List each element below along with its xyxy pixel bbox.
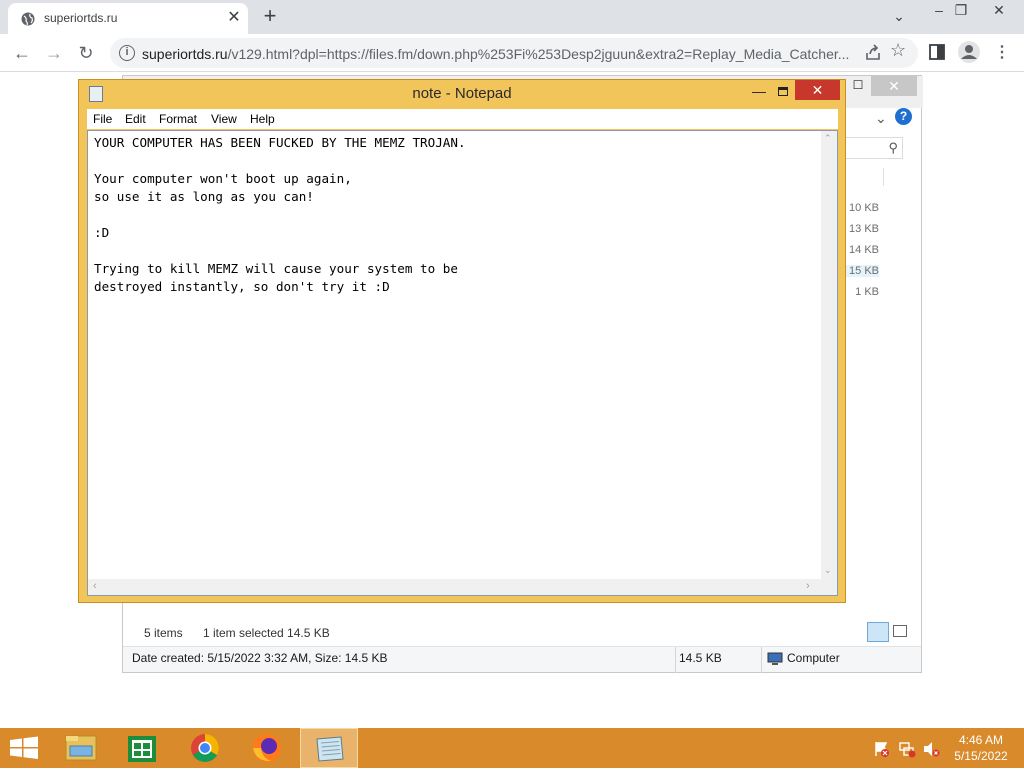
selection-info: 1 item selected 14.5 KB <box>203 626 330 640</box>
url-text[interactable]: superiortds.ru/v129.html?dpl=https://fil… <box>142 46 858 62</box>
explorer-search-input[interactable]: ⚲ <box>845 137 903 159</box>
explorer-maximize-icon[interactable]: ☐ <box>848 78 868 96</box>
horizontal-scrollbar[interactable]: ‹ › <box>88 579 821 595</box>
divider <box>675 647 676 673</box>
star-icon[interactable]: ☆ <box>890 40 906 61</box>
help-icon[interactable]: ? <box>895 108 912 125</box>
tab-title: superiortds.ru <box>44 11 118 25</box>
browser-tabstrip: superiortds.ru ✕ + ⌄ – ❐ ✕ <box>0 0 1024 34</box>
new-tab-button[interactable]: + <box>258 4 282 28</box>
scroll-right-icon[interactable]: › <box>806 580 810 592</box>
maximize-icon[interactable] <box>771 82 795 102</box>
vertical-scrollbar[interactable]: ⌃ ⌄ <box>821 131 837 579</box>
tab-search-chevron-icon[interactable]: ⌄ <box>882 6 916 28</box>
action-center-flag-icon[interactable] <box>872 740 890 758</box>
minimize-icon[interactable]: — <box>747 82 771 102</box>
details-text: Date created: 5/15/2022 3:32 AM, Size: 1… <box>132 651 388 665</box>
column-divider <box>883 168 884 186</box>
menu-edit[interactable]: Edit <box>125 112 146 126</box>
folder-icon <box>65 735 97 761</box>
search-icon: ⚲ <box>888 140 898 155</box>
scroll-left-icon[interactable]: ‹ <box>93 580 97 592</box>
url-path: /v129.html?dpl=https://files.fm/down.php… <box>227 46 850 62</box>
text-editor[interactable]: YOUR COMPUTER HAS BEEN FUCKED BY THE MEM… <box>87 130 838 596</box>
clock[interactable]: 4:46 AM 5/15/2022 <box>946 732 1016 764</box>
volume-muted-icon[interactable] <box>922 740 940 758</box>
restore-icon[interactable]: ❐ <box>944 0 978 22</box>
file-explorer-taskbar-button[interactable] <box>52 728 110 768</box>
address-bar[interactable]: i superiortds.ru/v129.html?dpl=https://f… <box>110 38 918 68</box>
close-icon[interactable]: ✕ <box>795 80 840 100</box>
back-icon[interactable]: ← <box>10 41 34 65</box>
firefox-taskbar-button[interactable] <box>238 728 296 768</box>
share-icon[interactable] <box>862 42 884 64</box>
url-host: superiortds.ru <box>142 46 228 62</box>
large-icons-view-button[interactable] <box>893 625 907 637</box>
ribbon-expand-chevron-icon[interactable]: ⌄ <box>875 110 887 127</box>
profile-icon[interactable] <box>958 41 980 63</box>
browser-toolbar: ← → ↻ i superiortds.ru/v129.html?dpl=htt… <box>0 34 1024 72</box>
browser-tab[interactable]: superiortds.ru ✕ <box>8 3 248 34</box>
menu-format[interactable]: Format <box>159 112 197 126</box>
network-icon[interactable] <box>898 740 916 758</box>
tab-close-icon[interactable]: ✕ <box>225 9 243 27</box>
reload-icon[interactable]: ↻ <box>74 41 98 65</box>
computer-icon <box>767 652 783 665</box>
menu-help[interactable]: Help <box>250 112 275 126</box>
store-icon <box>128 736 156 762</box>
window-close-icon[interactable]: ✕ <box>982 0 1016 22</box>
clock-date: 5/15/2022 <box>954 749 1008 763</box>
menu-file[interactable]: File <box>93 112 112 126</box>
scroll-up-icon[interactable]: ⌃ <box>824 133 832 144</box>
sidepanel-icon[interactable] <box>929 44 945 60</box>
firefox-icon <box>253 734 281 762</box>
explorer-close-icon[interactable]: ✕ <box>871 76 917 96</box>
details-size: 14.5 KB <box>679 651 722 665</box>
clock-time: 4:46 AM <box>958 733 1004 747</box>
resize-grip[interactable] <box>821 579 837 595</box>
details-pane: Date created: 5/15/2022 3:32 AM, Size: 1… <box>123 646 921 673</box>
menu-bar: File Edit Format View Help <box>87 109 838 129</box>
chrome-taskbar-button[interactable] <box>176 728 234 768</box>
globe-icon <box>21 12 35 26</box>
divider <box>761 647 762 673</box>
taskbar: 4:46 AM 5/15/2022 <box>0 728 1024 768</box>
chrome-icon <box>191 734 219 762</box>
details-view-button[interactable] <box>867 622 889 642</box>
scroll-down-icon[interactable]: ⌄ <box>824 565 832 576</box>
document-text[interactable]: YOUR COMPUTER HAS BEEN FUCKED BY THE MEM… <box>94 134 466 296</box>
notepad-app-icon <box>316 736 344 762</box>
menu-view[interactable]: View <box>211 112 237 126</box>
location-label: Computer <box>787 651 840 665</box>
start-button[interactable] <box>0 728 48 768</box>
store-taskbar-button[interactable] <box>113 728 171 768</box>
items-count: 5 items <box>144 626 183 640</box>
menu-icon[interactable]: ⋮ <box>990 41 1014 65</box>
info-icon[interactable]: i <box>119 45 135 61</box>
forward-icon[interactable]: → <box>42 41 66 65</box>
notepad-taskbar-button[interactable] <box>300 728 358 768</box>
notepad-window: note - Notepad — ✕ File Edit Format View… <box>78 79 846 603</box>
notepad-title: note - Notepad <box>412 85 512 102</box>
notepad-titlebar[interactable]: note - Notepad — ✕ <box>79 80 845 108</box>
